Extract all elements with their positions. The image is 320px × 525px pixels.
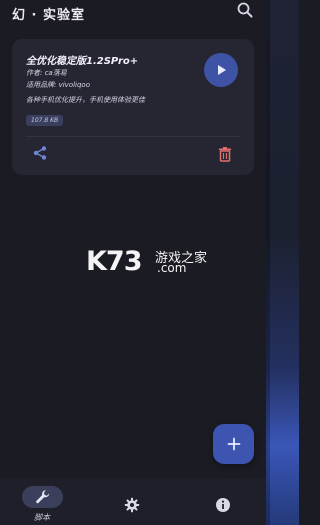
- app-screen: 幻 · 实验室 全优化稳定版1.2SPro+ 作者: ca落易 适用品牌: vi…: [0, 0, 299, 525]
- search-icon[interactable]: [236, 1, 254, 19]
- nav-item-about[interactable]: [193, 478, 253, 525]
- play-button[interactable]: [204, 53, 238, 87]
- page-title: 幻 · 实验室: [12, 8, 85, 23]
- gear-icon: [124, 497, 140, 513]
- nav-label-scripts: 脚本: [34, 513, 50, 522]
- play-icon: [218, 65, 226, 75]
- script-author: 作者: ca落易: [26, 69, 67, 77]
- bottom-navigation: 脚本: [0, 478, 266, 525]
- share-button[interactable]: [32, 145, 48, 161]
- add-icon: [227, 437, 240, 451]
- top-bar: 幻 · 实验室: [0, 0, 266, 30]
- nav-item-scripts[interactable]: 脚本: [12, 478, 72, 525]
- script-card[interactable]: 全优化稳定版1.2SPro+ 作者: ca落易 适用品牌: vivoliqoo …: [12, 39, 254, 175]
- side-edge-strip: [266, 0, 299, 525]
- nav-active-indicator: [22, 486, 63, 508]
- add-script-button[interactable]: [213, 424, 254, 464]
- script-title: 全优化稳定版1.2SPro+: [26, 56, 139, 67]
- watermark-brand: K73: [86, 246, 142, 277]
- share-icon: [33, 146, 47, 160]
- script-description: 各种手机优化提升，手机使用体验更佳: [26, 96, 145, 104]
- nav-item-settings[interactable]: [102, 478, 162, 525]
- size-badge: 107.8 KB: [26, 115, 64, 126]
- wrench-icon: [35, 490, 49, 504]
- watermark-logo: K73 游戏之家 .com: [86, 246, 216, 280]
- watermark-domain: .com: [157, 261, 187, 275]
- delete-button[interactable]: [218, 146, 232, 162]
- script-device: 适用品牌: vivoliqoo: [26, 81, 90, 89]
- card-divider: [26, 136, 240, 137]
- delete-icon: [219, 147, 231, 162]
- info-icon: [216, 498, 230, 512]
